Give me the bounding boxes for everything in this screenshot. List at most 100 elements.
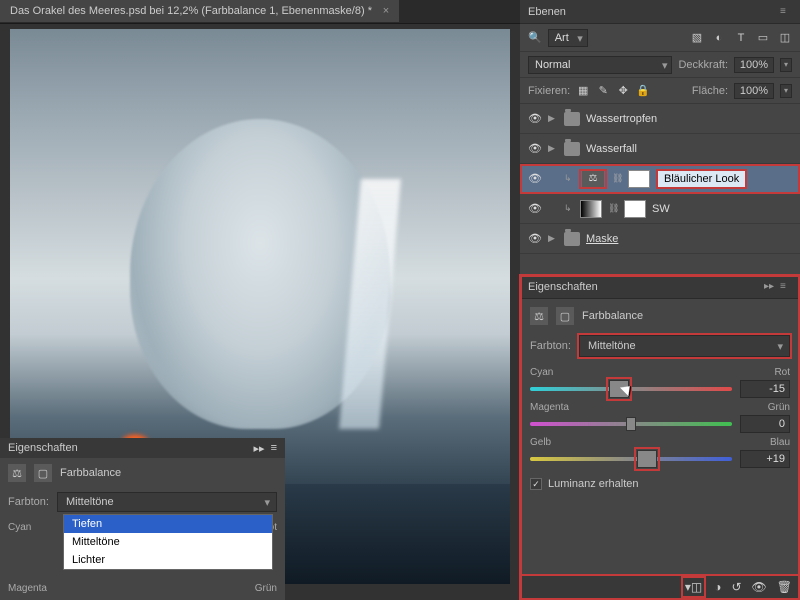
tone-row: Farbton: Mitteltöne (530, 335, 790, 357)
preserve-luminosity-row[interactable]: ✓ Luminanz erhalten (530, 478, 790, 490)
slider-left-label: Cyan (8, 522, 31, 533)
lock-move-icon[interactable]: ✥ (616, 84, 630, 98)
opacity-label: Deckkraft: (678, 59, 728, 71)
toggle-visibility-icon[interactable]: 👁 (752, 580, 767, 594)
slider-track[interactable] (530, 387, 732, 391)
layer-name[interactable]: Maske (586, 233, 618, 245)
tone-value: Mitteltöne (588, 340, 636, 352)
clip-to-layer-icon[interactable]: ▾◫ (683, 578, 704, 596)
slider-thumb[interactable] (609, 380, 629, 398)
document-tab[interactable]: Das Orakel des Meeres.psd bei 12,2% (Far… (0, 0, 399, 22)
blend-mode-dropdown[interactable]: Normal (528, 56, 672, 74)
fill-value[interactable]: 100% (734, 83, 774, 99)
layers-blend-row: Normal Deckkraft: 100% ▾ (520, 52, 800, 78)
slider-cyan-red: CyanRot -15 (530, 367, 790, 398)
layer-mask[interactable] (624, 200, 646, 218)
delete-icon[interactable]: 🗑 (777, 580, 792, 594)
panel-menu-icon[interactable]: ≡ (780, 281, 792, 293)
layer-group[interactable]: 👁 ▶ Wassertropfen (520, 104, 800, 134)
filter-adjust-icon[interactable]: ◐ (712, 31, 726, 45)
slider-value[interactable]: 0 (740, 415, 790, 433)
panel-menu-icon[interactable]: ≡ (780, 6, 792, 18)
properties-left-body: ⚖ ▢ Farbbalance Farbton: Mitteltöne Tief… (0, 458, 285, 600)
slider-left-label: Cyan (530, 367, 553, 378)
opacity-stepper-icon[interactable]: ▾ (780, 58, 792, 72)
layers-panel-title: Ebenen (528, 6, 566, 18)
folder-icon (564, 232, 580, 246)
visibility-icon[interactable]: 👁 (528, 112, 542, 125)
dropdown-option[interactable]: Mitteltöne (64, 533, 272, 551)
slider-thumb[interactable] (626, 417, 636, 431)
tone-dropdown[interactable]: Mitteltöne (579, 335, 790, 357)
lock-paint-icon[interactable]: ✎ (596, 84, 610, 98)
visibility-icon[interactable]: 👁 (528, 232, 542, 245)
visibility-icon[interactable]: 👁 (528, 202, 542, 215)
panel-collapse-icon[interactable]: ▸▸ (764, 281, 776, 293)
document-tab-bar: Das Orakel des Meeres.psd bei 12,2% (Far… (0, 0, 520, 24)
layer-name[interactable]: SW (652, 203, 670, 215)
adjustment-title-row: ⚖ ▢ Farbbalance (8, 464, 277, 482)
link-icon[interactable]: ⛓ (612, 173, 622, 184)
panel-collapse-icon[interactable]: ▸▸ (254, 442, 265, 455)
properties-panel-left-header[interactable]: Eigenschaften ▸▸≡ (0, 438, 285, 458)
layer-list: 👁 ▶ Wassertropfen 👁 ▶ Wasserfall 👁 ↳ ⚖ ⛓… (520, 104, 800, 254)
opacity-value[interactable]: 100% (734, 57, 774, 73)
panel-menu-icon[interactable]: ≡ (271, 442, 277, 455)
layer-name[interactable]: Wassertropfen (586, 113, 657, 125)
layer-group[interactable]: 👁 ▶ Maske (520, 224, 800, 254)
layer-name[interactable]: Wasserfall (586, 143, 637, 155)
layer-mask[interactable] (628, 170, 650, 188)
lock-transparent-icon[interactable]: ▦ (576, 84, 590, 98)
visibility-icon[interactable]: 👁 (528, 142, 542, 155)
mask-icon[interactable]: ▢ (34, 464, 52, 482)
folder-icon (564, 112, 580, 126)
document-title: Das Orakel des Meeres.psd bei 12,2% (Far… (10, 5, 372, 17)
checkbox-icon[interactable]: ✓ (530, 478, 542, 490)
search-icon[interactable]: 🔍 (528, 31, 542, 44)
fill-stepper-icon[interactable]: ▾ (780, 84, 792, 98)
lock-label: Fixieren: (528, 85, 570, 97)
properties-footer: ▾◫ ◑ ↺ 👁 🗑 (520, 574, 800, 600)
layers-lock-row: Fixieren: ▦ ✎ ✥ 🔒 Fläche: 100% ▾ (520, 78, 800, 104)
filter-type-icon[interactable]: T (734, 31, 748, 45)
slider-magenta-green: MagentaGrün 0 (530, 402, 790, 433)
layer-adjustment[interactable]: 👁 ↳ ⛓ SW (520, 194, 800, 224)
slider-value[interactable]: -15 (740, 380, 790, 398)
layer-kind-dropdown[interactable]: Art (548, 29, 588, 47)
tone-label: Farbton: (8, 496, 49, 508)
tone-dropdown[interactable]: Mitteltöne (57, 492, 277, 512)
mask-icon[interactable]: ▢ (556, 307, 574, 325)
lock-all-icon[interactable]: 🔒 (636, 84, 650, 98)
slider-right-label: Blau (770, 437, 790, 448)
link-icon[interactable]: ⛓ (608, 203, 618, 214)
slider-right-label: Grün (768, 402, 790, 413)
slider-magenta-green-labels: Magenta Grün (8, 583, 277, 594)
expand-icon[interactable]: ▶ (548, 113, 558, 124)
color-balance-icon: ⚖ (8, 464, 26, 482)
dropdown-option[interactable]: Tiefen (64, 515, 272, 533)
slider-value[interactable]: +19 (740, 450, 790, 468)
dropdown-option[interactable]: Lichter (64, 551, 272, 569)
expand-icon[interactable]: ▶ (548, 233, 558, 244)
slider-thumb[interactable] (637, 450, 657, 468)
slider-track[interactable] (530, 422, 732, 426)
filter-shape-icon[interactable]: ▭ (756, 31, 770, 45)
properties-panel-header[interactable]: Eigenschaften ▸▸ ≡ (520, 275, 800, 299)
clip-icon: ↳ (564, 203, 574, 214)
slider-track[interactable] (530, 457, 732, 461)
expand-icon[interactable]: ▶ (548, 143, 558, 154)
layer-group[interactable]: 👁 ▶ Wasserfall (520, 134, 800, 164)
layer-name-edit[interactable]: Bläulicher Look (656, 169, 747, 189)
filter-smart-icon[interactable]: ◫ (778, 31, 792, 45)
close-icon[interactable]: × (383, 5, 389, 17)
visibility-icon[interactable]: 👁 (528, 172, 542, 185)
filter-image-icon[interactable]: ▧ (690, 31, 704, 45)
tone-row: Farbton: Mitteltöne Tiefen Mitteltöne Li… (8, 492, 277, 512)
adjustment-title: Farbbalance (60, 467, 121, 479)
layer-adjustment-selected[interactable]: 👁 ↳ ⚖ ⛓ Bläulicher Look (520, 164, 800, 194)
view-previous-icon[interactable]: ◑ (714, 580, 721, 594)
color-balance-icon: ⚖ (530, 307, 548, 325)
layers-panel-header[interactable]: Ebenen ≡ (520, 0, 800, 24)
folder-icon (564, 142, 580, 156)
reset-icon[interactable]: ↺ (731, 580, 741, 594)
